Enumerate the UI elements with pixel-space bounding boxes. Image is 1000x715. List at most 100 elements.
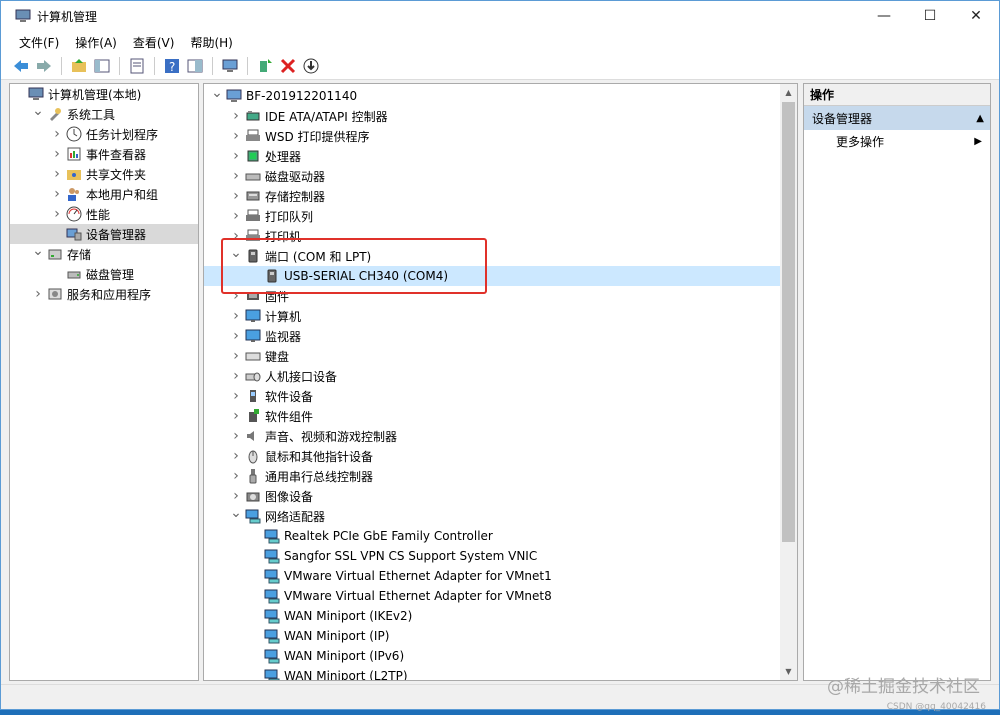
device-tree-item-row[interactable]: Realtek PCIe GbE Family Controller [204, 526, 797, 546]
console-tree-item-row[interactable]: › 任务计划程序 [10, 124, 198, 144]
device-tree-item-row[interactable]: ⌄ BF-201912201140 [204, 85, 797, 106]
device-tree-item-row[interactable]: › 监视器 [204, 326, 797, 346]
scan-hardware-icon[interactable] [220, 56, 240, 76]
expand-chevron-icon[interactable]: › [229, 168, 243, 184]
forward-icon[interactable] [34, 56, 54, 76]
console-tree-item-row[interactable]: 设备管理器 [10, 224, 198, 244]
expand-chevron-icon[interactable]: › [229, 488, 243, 504]
expand-chevron-icon[interactable]: › [229, 468, 243, 484]
expand-chevron-icon[interactable]: › [229, 448, 243, 464]
collapse-chevron-icon[interactable]: ⌄ [210, 85, 224, 101]
device-tree-item-row[interactable]: WAN Miniport (IPv6) [204, 646, 797, 666]
console-tree-item-row[interactable]: 磁盘管理 [10, 264, 198, 284]
device-tree-item-row[interactable]: Sangfor SSL VPN CS Support System VNIC [204, 546, 797, 566]
device-tree-item-row[interactable]: WAN Miniport (IP) [204, 626, 797, 646]
up-folder-icon[interactable] [69, 56, 89, 76]
device-tree-item-row[interactable]: › 计算机 [204, 306, 797, 326]
console-tree-item-row[interactable]: › 服务和应用程序 [10, 284, 198, 304]
more-actions-item[interactable]: 更多操作 ▶ [804, 130, 990, 152]
menu-help[interactable]: 帮助(H) [182, 34, 240, 51]
device-tree-item-row[interactable]: VMware Virtual Ethernet Adapter for VMne… [204, 566, 797, 586]
computer-management-window: 计算机管理 — ☐ ✕ 文件(F) 操作(A) 查看(V) 帮助(H) ? 计算… [0, 0, 1000, 710]
minimize-button[interactable]: — [861, 1, 907, 31]
device-tree-item-row[interactable]: › 图像设备 [204, 486, 797, 506]
console-tree-item-label: 存储 [67, 247, 92, 262]
device-tree-item-row[interactable]: › 打印队列 [204, 206, 797, 226]
expand-chevron-icon[interactable]: › [229, 428, 243, 444]
expand-chevron-icon[interactable]: › [229, 348, 243, 364]
device-tree-item-row[interactable]: › 声音、视频和游戏控制器 [204, 426, 797, 446]
expand-chevron-icon[interactable]: › [229, 308, 243, 324]
device-tree-item-label: WSD 打印提供程序 [265, 129, 370, 144]
actions-section-device-manager[interactable]: 设备管理器 ▲ [804, 106, 990, 130]
close-button[interactable]: ✕ [953, 1, 999, 31]
device-manager-icon [66, 226, 82, 242]
show-hide-tree-icon[interactable] [92, 56, 112, 76]
expand-chevron-icon[interactable]: › [229, 388, 243, 404]
uninstall-icon[interactable] [278, 56, 298, 76]
console-tree-item-label: 系统工具 [67, 107, 116, 122]
console-tree-item-row[interactable]: 计算机管理(本地) [10, 84, 198, 104]
collapse-chevron-icon[interactable]: ⌄ [31, 243, 45, 259]
console-tree-item-row[interactable]: › 性能 [10, 204, 198, 224]
device-tree-item-row[interactable]: ⌄ 网络适配器 [204, 505, 797, 526]
expand-chevron-icon[interactable]: › [229, 128, 243, 144]
device-tree-item-row[interactable]: › 软件设备 [204, 386, 797, 406]
device-tree-item-row[interactable]: › 磁盘驱动器 [204, 166, 797, 186]
expand-chevron-icon[interactable]: › [50, 206, 64, 222]
device-tree-item-row[interactable]: › 存储控制器 [204, 186, 797, 206]
device-tree-item-label: WAN Miniport (L2TP) [284, 669, 408, 681]
expand-chevron-icon[interactable]: › [229, 328, 243, 344]
device-tree-item-row[interactable]: VMware Virtual Ethernet Adapter for VMne… [204, 586, 797, 606]
device-tree-item-row[interactable]: › 人机接口设备 [204, 366, 797, 386]
expand-chevron-icon[interactable]: › [229, 188, 243, 204]
device-tree-item-row[interactable]: › 鼠标和其他指针设备 [204, 446, 797, 466]
network-icon [264, 668, 280, 680]
expand-chevron-icon[interactable]: › [229, 108, 243, 124]
scrollbar-thumb[interactable] [782, 102, 795, 542]
expand-chevron-icon[interactable]: › [229, 368, 243, 384]
console-tree-item-row[interactable]: › 共享文件夹 [10, 164, 198, 184]
device-tree-item-row[interactable]: WAN Miniport (IKEv2) [204, 606, 797, 626]
expand-chevron-icon[interactable]: › [31, 286, 45, 302]
collapse-chevron-icon[interactable]: ⌄ [229, 505, 243, 521]
console-tree-item-label: 设备管理器 [86, 227, 147, 242]
device-tree-item-row[interactable]: › IDE ATA/ATAPI 控制器 [204, 106, 797, 126]
console-tree-item-row[interactable]: ⌄ 系统工具 [10, 103, 198, 124]
help-icon[interactable]: ? [162, 56, 182, 76]
disable-device-icon[interactable] [301, 56, 321, 76]
properties-icon[interactable] [127, 56, 147, 76]
expand-chevron-icon[interactable]: › [50, 186, 64, 202]
device-tree-item-row[interactable]: › WSD 打印提供程序 [204, 126, 797, 146]
update-driver-icon[interactable] [255, 56, 275, 76]
console-tree-item-label: 任务计划程序 [86, 127, 159, 142]
device-tree-item-row[interactable]: WAN Miniport (L2TP) [204, 666, 797, 681]
console-tree-item-row[interactable]: › 事件查看器 [10, 144, 198, 164]
device-tree-item-row[interactable]: › 处理器 [204, 146, 797, 166]
tools-icon [47, 106, 63, 122]
maximize-button[interactable]: ☐ [907, 1, 953, 31]
expand-chevron-icon[interactable]: › [229, 408, 243, 424]
device-tree-item-label: VMware Virtual Ethernet Adapter for VMne… [284, 569, 552, 583]
expand-chevron-icon[interactable]: › [229, 208, 243, 224]
expand-chevron-icon[interactable]: › [50, 146, 64, 162]
menu-file[interactable]: 文件(F) [11, 34, 67, 51]
collapse-chevron-icon[interactable]: ⌄ [31, 103, 45, 119]
device-tree-item-label: 鼠标和其他指针设备 [265, 449, 374, 464]
device-tree-item-row[interactable]: › 键盘 [204, 346, 797, 366]
device-tree-item-row[interactable]: › 通用串行总线控制器 [204, 466, 797, 486]
collapse-up-icon[interactable]: ▲ [976, 113, 984, 124]
expand-chevron-icon[interactable]: › [50, 126, 64, 142]
device-tree-item-row[interactable]: › 软件组件 [204, 406, 797, 426]
view-icon[interactable] [185, 56, 205, 76]
vertical-scrollbar[interactable]: ▲ ▼ [780, 84, 797, 680]
device-tree-item-label: VMware Virtual Ethernet Adapter for VMne… [284, 589, 552, 603]
clock-icon [66, 126, 82, 142]
menu-action[interactable]: 操作(A) [67, 34, 125, 51]
console-tree-item-row[interactable]: ⌄ 存储 [10, 243, 198, 264]
expand-chevron-icon[interactable]: › [229, 148, 243, 164]
back-icon[interactable] [11, 56, 31, 76]
menu-view[interactable]: 查看(V) [125, 34, 183, 51]
console-tree-item-row[interactable]: › 本地用户和组 [10, 184, 198, 204]
expand-chevron-icon[interactable]: › [50, 166, 64, 182]
